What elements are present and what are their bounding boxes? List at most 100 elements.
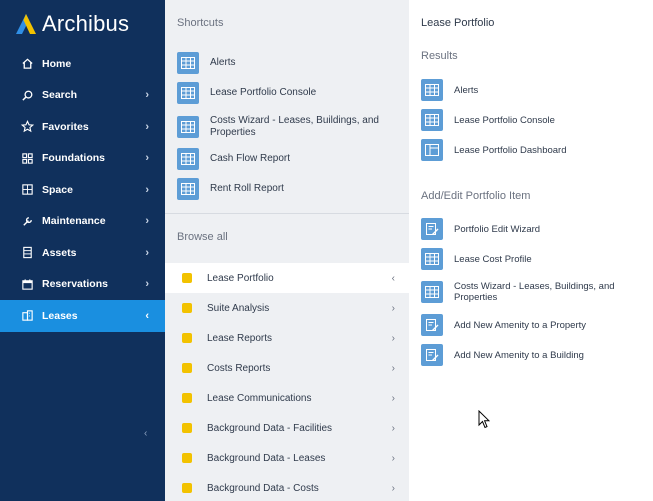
table-icon [177,82,199,104]
browse-all-heading: Browse all [177,231,228,243]
collapse-sidebar-toggle[interactable]: ‹ [144,428,147,439]
cabinet-icon [20,246,34,260]
sidebar-item-label: Leases [42,309,78,322]
sidebar-item-label: Search [42,89,78,102]
wrench-icon [20,214,34,228]
archibus-logo[interactable]: Archibus [14,10,129,38]
shortcut-costs-wizard[interactable]: Costs Wizard - Leases, Buildings, and Pr… [177,115,402,139]
edit-item-portfolio-edit-wizard[interactable]: Portfolio Edit Wizard [421,218,641,240]
folder-icon [182,363,192,373]
shortcut-label: Lease Portfolio Console [210,87,317,98]
sidebar-item-maintenance[interactable]: Maintenance › [0,206,165,238]
folder-icon [182,303,192,313]
shortcut-rent-roll-report[interactable]: Rent Roll Report [177,178,402,200]
chevron-right-icon: › [391,302,395,314]
shortcut-label: Rent Roll Report [210,183,284,194]
sidebar-item-reservations[interactable]: Reservations › [0,269,165,301]
edit-item-add-amenity-building[interactable]: Add New Amenity to a Building [421,344,641,366]
table-icon [177,178,199,200]
sidebar-item-label: Assets [42,246,77,259]
edit-form-icon [421,314,443,336]
browse-item-lease-communications[interactable]: Lease Communications › [165,383,409,413]
add-edit-heading: Add/Edit Portfolio Item [421,190,531,202]
folder-icon [182,393,192,403]
chevron-right-icon: › [391,482,395,494]
chevron-right-icon: › [391,392,395,404]
table-icon [421,109,443,131]
shortcut-alerts[interactable]: Alerts [177,52,402,74]
browse-item-label: Lease Portfolio [207,272,274,284]
results-heading: Results [421,50,458,62]
edit-item-label: Portfolio Edit Wizard [454,223,541,235]
shortcut-cash-flow-report[interactable]: Cash Flow Report [177,148,402,170]
sidebar-item-label: Home [42,57,72,70]
result-lease-portfolio-console[interactable]: Lease Portfolio Console [421,109,641,131]
chevron-right-icon: › [391,452,395,464]
browse-item-label: Suite Analysis [207,302,270,314]
shortcut-lease-portfolio-console[interactable]: Lease Portfolio Console [177,82,402,104]
edit-item-label: Lease Cost Profile [454,253,532,265]
edit-item-label: Add New Amenity to a Building [454,349,584,361]
chevron-right-icon: › [145,120,149,133]
grid-icon [20,151,34,165]
browse-item-label: Background Data - Costs [207,482,319,494]
browse-item-costs-reports[interactable]: Costs Reports › [165,353,409,383]
folder-icon [182,483,192,493]
table-icon [177,116,199,138]
brand-name: Archibus [42,11,130,36]
sidebar-item-home[interactable]: Home [0,48,165,80]
chevron-right-icon: › [391,362,395,374]
main-sidebar: Archibus Home Search › Favorites › Found… [0,0,165,501]
floorplan-icon [20,183,34,197]
chevron-right-icon: › [145,152,149,165]
sidebar-item-foundations[interactable]: Foundations › [0,143,165,175]
browse-item-label: Background Data - Facilities [207,422,333,434]
chevron-right-icon: › [145,215,149,228]
table-icon [421,281,443,303]
sidebar-item-label: Maintenance [42,215,106,228]
edit-form-icon [421,344,443,366]
chevron-right-icon: › [145,183,149,196]
browse-item-background-data-leases[interactable]: Background Data - Leases › [165,443,409,473]
browse-item-background-data-facilities[interactable]: Background Data - Facilities › [165,413,409,443]
sidebar-item-label: Favorites [42,120,89,133]
calendar-icon [20,277,34,291]
mouse-pointer-icon [478,409,491,434]
chevron-right-icon: › [391,422,395,434]
browse-item-lease-reports[interactable]: Lease Reports › [165,323,409,353]
folder-icon [182,273,192,283]
sidebar-item-leases[interactable]: Leases ‹ [0,300,165,332]
star-icon [20,120,34,134]
chevron-right-icon: › [145,246,149,259]
building-icon [20,309,34,323]
table-icon [177,148,199,170]
edit-item-costs-wizard[interactable]: Costs Wizard - Leases, Buildings, and Pr… [421,281,641,303]
browse-item-suite-analysis[interactable]: Suite Analysis › [165,293,409,323]
chevron-left-icon: ‹ [391,272,395,284]
sidebar-item-search[interactable]: Search › [0,80,165,112]
sidebar-item-label: Space [42,183,73,196]
folder-icon [182,333,192,343]
sidebar-item-assets[interactable]: Assets › [0,237,165,269]
table-icon [177,52,199,74]
edit-form-icon [421,218,443,240]
sidebar-item-favorites[interactable]: Favorites › [0,111,165,143]
sidebar-nav: Home Search › Favorites › Foundations › [0,48,165,332]
home-icon [20,57,34,71]
edit-item-lease-cost-profile[interactable]: Lease Cost Profile [421,248,641,270]
result-label: Lease Portfolio Console [454,114,555,126]
edit-item-add-amenity-property[interactable]: Add New Amenity to a Property [421,314,641,336]
shortcut-label: Alerts [210,57,236,68]
search-icon [20,88,34,102]
chevron-left-icon: ‹ [145,309,149,322]
detail-panel: Lease Portfolio Results Alerts Lease Por… [409,0,653,501]
browse-item-background-data-costs[interactable]: Background Data - Costs › [165,473,409,501]
sidebar-item-label: Reservations [42,278,108,291]
result-alerts[interactable]: Alerts [421,79,641,101]
section-divider [165,213,409,214]
browse-item-label: Background Data - Leases [207,452,326,464]
result-label: Lease Portfolio Dashboard [454,144,567,156]
browse-item-lease-portfolio[interactable]: Lease Portfolio ‹ [165,263,409,293]
result-lease-portfolio-dashboard[interactable]: Lease Portfolio Dashboard [421,139,641,161]
sidebar-item-space[interactable]: Space › [0,174,165,206]
